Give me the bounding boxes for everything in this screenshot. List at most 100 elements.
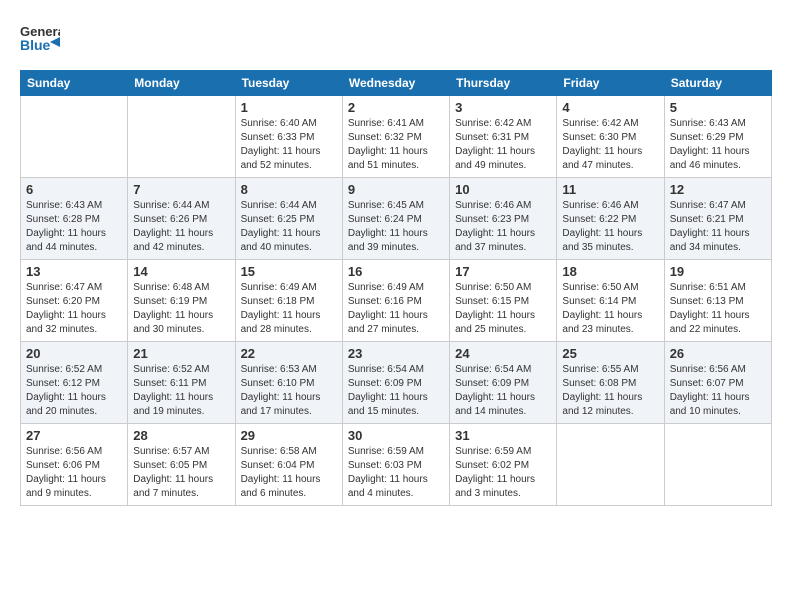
day-number: 9 [348, 182, 444, 197]
calendar-cell: 9 Sunrise: 6:45 AM Sunset: 6:24 PM Daylig… [342, 178, 449, 260]
day-number: 27 [26, 428, 122, 443]
svg-text:Blue: Blue [20, 37, 51, 53]
day-number: 23 [348, 346, 444, 361]
day-info: Sunrise: 6:48 AM Sunset: 6:19 PM Dayligh… [133, 281, 229, 337]
day-info: Sunrise: 6:43 AM Sunset: 6:29 PM Dayligh… [670, 117, 766, 173]
calendar-cell: 18 Sunrise: 6:50 AM Sunset: 6:14 PM Dayli… [557, 260, 664, 342]
day-info: Sunrise: 6:59 AM Sunset: 6:03 PM Dayligh… [348, 445, 444, 501]
day-number: 22 [241, 346, 337, 361]
logo: General Blue [20, 20, 60, 60]
day-info: Sunrise: 6:49 AM Sunset: 6:18 PM Dayligh… [241, 281, 337, 337]
calendar-header-friday: Friday [557, 71, 664, 96]
day-info: Sunrise: 6:40 AM Sunset: 6:33 PM Dayligh… [241, 117, 337, 173]
day-number: 26 [670, 346, 766, 361]
day-number: 14 [133, 264, 229, 279]
calendar-cell [664, 424, 771, 506]
calendar-cell: 15 Sunrise: 6:49 AM Sunset: 6:18 PM Dayli… [235, 260, 342, 342]
calendar-header-wednesday: Wednesday [342, 71, 449, 96]
day-number: 1 [241, 100, 337, 115]
calendar-week-4: 20 Sunrise: 6:52 AM Sunset: 6:12 PM Dayli… [21, 342, 772, 424]
calendar-cell: 31 Sunrise: 6:59 AM Sunset: 6:02 PM Dayli… [450, 424, 557, 506]
day-number: 30 [348, 428, 444, 443]
day-number: 17 [455, 264, 551, 279]
logo-icon: General Blue [20, 20, 60, 60]
calendar-cell: 26 Sunrise: 6:56 AM Sunset: 6:07 PM Dayli… [664, 342, 771, 424]
day-number: 8 [241, 182, 337, 197]
day-info: Sunrise: 6:47 AM Sunset: 6:20 PM Dayligh… [26, 281, 122, 337]
day-info: Sunrise: 6:44 AM Sunset: 6:25 PM Dayligh… [241, 199, 337, 255]
day-number: 2 [348, 100, 444, 115]
calendar-week-1: 1 Sunrise: 6:40 AM Sunset: 6:33 PM Daylig… [21, 96, 772, 178]
calendar-cell: 30 Sunrise: 6:59 AM Sunset: 6:03 PM Dayli… [342, 424, 449, 506]
day-number: 24 [455, 346, 551, 361]
day-info: Sunrise: 6:45 AM Sunset: 6:24 PM Dayligh… [348, 199, 444, 255]
calendar-cell: 17 Sunrise: 6:50 AM Sunset: 6:15 PM Dayli… [450, 260, 557, 342]
calendar-header-tuesday: Tuesday [235, 71, 342, 96]
day-info: Sunrise: 6:56 AM Sunset: 6:07 PM Dayligh… [670, 363, 766, 419]
day-number: 16 [348, 264, 444, 279]
calendar-cell: 13 Sunrise: 6:47 AM Sunset: 6:20 PM Dayli… [21, 260, 128, 342]
day-info: Sunrise: 6:42 AM Sunset: 6:31 PM Dayligh… [455, 117, 551, 173]
calendar-cell: 22 Sunrise: 6:53 AM Sunset: 6:10 PM Dayli… [235, 342, 342, 424]
calendar-cell: 4 Sunrise: 6:42 AM Sunset: 6:30 PM Daylig… [557, 96, 664, 178]
calendar-cell: 21 Sunrise: 6:52 AM Sunset: 6:11 PM Dayli… [128, 342, 235, 424]
calendar-cell: 3 Sunrise: 6:42 AM Sunset: 6:31 PM Daylig… [450, 96, 557, 178]
calendar-cell: 1 Sunrise: 6:40 AM Sunset: 6:33 PM Daylig… [235, 96, 342, 178]
day-info: Sunrise: 6:42 AM Sunset: 6:30 PM Dayligh… [562, 117, 658, 173]
day-info: Sunrise: 6:50 AM Sunset: 6:14 PM Dayligh… [562, 281, 658, 337]
calendar-week-3: 13 Sunrise: 6:47 AM Sunset: 6:20 PM Dayli… [21, 260, 772, 342]
day-info: Sunrise: 6:50 AM Sunset: 6:15 PM Dayligh… [455, 281, 551, 337]
day-info: Sunrise: 6:54 AM Sunset: 6:09 PM Dayligh… [455, 363, 551, 419]
calendar-cell: 29Sunrise: 6:58 AM Sunset: 6:04 PM Dayli… [235, 424, 342, 506]
calendar-cell: 14 Sunrise: 6:48 AM Sunset: 6:19 PM Dayli… [128, 260, 235, 342]
calendar-header-row: SundayMondayTuesdayWednesdayThursdayFrid… [21, 71, 772, 96]
day-info: Sunrise: 6:51 AM Sunset: 6:13 PM Dayligh… [670, 281, 766, 337]
day-number: 18 [562, 264, 658, 279]
day-info: Sunrise: 6:57 AM Sunset: 6:05 PM Dayligh… [133, 445, 229, 501]
day-info: Sunrise: 6:46 AM Sunset: 6:22 PM Dayligh… [562, 199, 658, 255]
calendar-week-2: 6Sunrise: 6:43 AM Sunset: 6:28 PM Daylig… [21, 178, 772, 260]
calendar-cell: 8 Sunrise: 6:44 AM Sunset: 6:25 PM Daylig… [235, 178, 342, 260]
day-number: 21 [133, 346, 229, 361]
calendar: SundayMondayTuesdayWednesdayThursdayFrid… [20, 70, 772, 506]
day-info: Sunrise: 6:44 AM Sunset: 6:26 PM Dayligh… [133, 199, 229, 255]
day-info: Sunrise: 6:58 AM Sunset: 6:04 PM Dayligh… [241, 445, 337, 501]
calendar-cell [128, 96, 235, 178]
day-number: 10 [455, 182, 551, 197]
day-info: Sunrise: 6:53 AM Sunset: 6:10 PM Dayligh… [241, 363, 337, 419]
calendar-cell: 11 Sunrise: 6:46 AM Sunset: 6:22 PM Dayli… [557, 178, 664, 260]
day-number: 20 [26, 346, 122, 361]
day-number: 19 [670, 264, 766, 279]
day-info: Sunrise: 6:59 AM Sunset: 6:02 PM Dayligh… [455, 445, 551, 501]
day-number: 25 [562, 346, 658, 361]
day-info: Sunrise: 6:52 AM Sunset: 6:12 PM Dayligh… [26, 363, 122, 419]
calendar-header-thursday: Thursday [450, 71, 557, 96]
day-number: 6 [26, 182, 122, 197]
calendar-header-monday: Monday [128, 71, 235, 96]
day-info: Sunrise: 6:47 AM Sunset: 6:21 PM Dayligh… [670, 199, 766, 255]
calendar-week-5: 27Sunrise: 6:56 AM Sunset: 6:06 PM Dayli… [21, 424, 772, 506]
day-number: 31 [455, 428, 551, 443]
calendar-cell: 6Sunrise: 6:43 AM Sunset: 6:28 PM Daylig… [21, 178, 128, 260]
day-number: 5 [670, 100, 766, 115]
calendar-cell: 25 Sunrise: 6:55 AM Sunset: 6:08 PM Dayli… [557, 342, 664, 424]
calendar-cell: 23 Sunrise: 6:54 AM Sunset: 6:09 PM Dayli… [342, 342, 449, 424]
day-number: 15 [241, 264, 337, 279]
day-info: Sunrise: 6:49 AM Sunset: 6:16 PM Dayligh… [348, 281, 444, 337]
day-info: Sunrise: 6:54 AM Sunset: 6:09 PM Dayligh… [348, 363, 444, 419]
calendar-cell: 24 Sunrise: 6:54 AM Sunset: 6:09 PM Dayli… [450, 342, 557, 424]
day-number: 12 [670, 182, 766, 197]
day-number: 28 [133, 428, 229, 443]
calendar-cell: 12 Sunrise: 6:47 AM Sunset: 6:21 PM Dayli… [664, 178, 771, 260]
calendar-cell: 19 Sunrise: 6:51 AM Sunset: 6:13 PM Dayli… [664, 260, 771, 342]
day-number: 13 [26, 264, 122, 279]
calendar-cell: 27Sunrise: 6:56 AM Sunset: 6:06 PM Dayli… [21, 424, 128, 506]
calendar-cell: 20 Sunrise: 6:52 AM Sunset: 6:12 PM Dayli… [21, 342, 128, 424]
day-info: Sunrise: 6:55 AM Sunset: 6:08 PM Dayligh… [562, 363, 658, 419]
day-number: 11 [562, 182, 658, 197]
day-info: Sunrise: 6:41 AM Sunset: 6:32 PM Dayligh… [348, 117, 444, 173]
day-info: Sunrise: 6:52 AM Sunset: 6:11 PM Dayligh… [133, 363, 229, 419]
calendar-cell: 10Sunrise: 6:46 AM Sunset: 6:23 PM Dayli… [450, 178, 557, 260]
day-number: 3 [455, 100, 551, 115]
day-number: 4 [562, 100, 658, 115]
